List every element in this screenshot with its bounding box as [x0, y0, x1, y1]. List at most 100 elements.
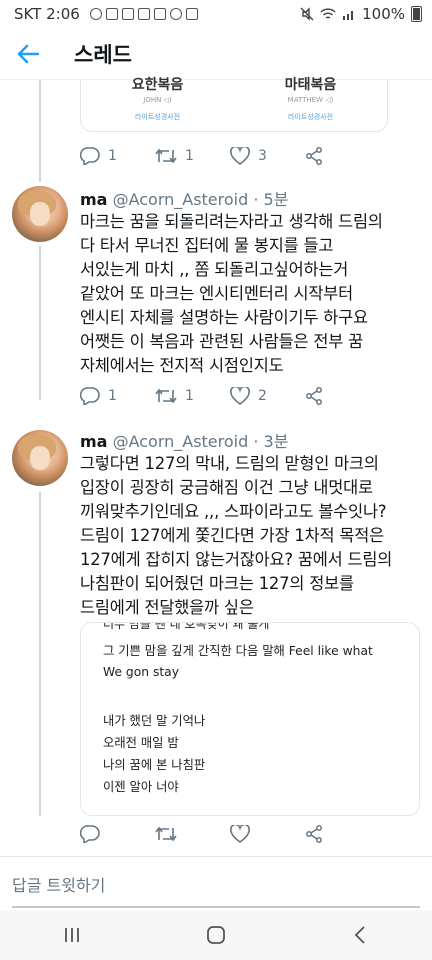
system-back-button[interactable] [330, 915, 390, 955]
home-icon [207, 926, 225, 944]
reply-button[interactable] [80, 825, 155, 843]
recent-apps-icon [65, 928, 79, 942]
like-button[interactable] [230, 825, 305, 843]
like-button[interactable]: 3 [230, 147, 305, 165]
tweet-text-line: 같았어 또 마크는 엔시티멘터리 시작부터 [80, 284, 353, 303]
reply-input[interactable]: 답글 트윗하기 [0, 856, 432, 910]
reply-underline [12, 906, 420, 908]
back-button[interactable] [0, 28, 56, 80]
status-left: SKT 2:06 [14, 5, 198, 23]
share-icon [306, 825, 322, 843]
signal-icon [343, 11, 354, 20]
tweet-text-line: 127에게 잡히지 않는거잖아요? 꿈에서 드림의 [80, 550, 393, 569]
previous-tweet-card[interactable]: 요한복음 JOHN ◁) 라이트성경사전 마태복음 MATTHEW ◁) 라이트… [80, 77, 388, 132]
status-bar: SKT 2:06 100% [0, 0, 432, 28]
reply-count: 1 [108, 148, 117, 164]
wifi-icon [320, 8, 336, 19]
card-column-matthew: 마태복음 MATTHEW ◁) 라이트성경사전 [234, 77, 387, 131]
home-button[interactable] [186, 915, 246, 955]
system-nav-bar [0, 910, 432, 960]
tweet-text-line: 자체에서는 전지적 시점인지도 [80, 356, 284, 375]
page-title: 스레드 [74, 42, 132, 67]
share-button[interactable] [305, 147, 380, 165]
heart-icon [230, 147, 250, 165]
tweet-actions: 1 1 2 [80, 384, 380, 408]
card-subtitle: MATTHEW ◁) [287, 96, 334, 104]
retweet-count: 1 [185, 388, 194, 404]
image-text-line: 이젠 알아 너야 [103, 780, 179, 794]
reply-button[interactable]: 1 [80, 387, 155, 405]
retweet-count: 1 [185, 148, 194, 164]
heart-icon [230, 387, 250, 405]
header: 스레드 [0, 28, 432, 80]
tweet-text-line: 드림이 127에게 쫓긴다면 가장 1차적 목적은 [80, 526, 385, 545]
tweet-time: 3분 [263, 432, 289, 451]
tweet-text: 그렇다면 127의 막내, 드림의 맏형인 마크의 입장이 굉장히 궁금해짐 이… [80, 452, 424, 620]
tweet-text-line: 끼워맞추기인데요 ,,, 스파이라고도 볼수잇나? [80, 502, 387, 521]
tweet-time: 5분 [263, 190, 289, 209]
tweet-text-line: 서있는게 마치 ,, 쫌 되돌리고싶어하는거 [80, 260, 349, 279]
carrier-time: SKT 2:06 [14, 5, 80, 23]
tweet-text-line: 드림에게 전달했을까 싶은 [80, 598, 254, 617]
tweet-text-line: 어쨋든 이 복음과 관련된 사람들은 전부 꿈 [80, 332, 364, 351]
tweet-text-line: 다 타서 무너진 집터에 물 봉지를 들고 [80, 236, 334, 255]
gallery-icon [185, 8, 198, 20]
thread-line [39, 80, 41, 182]
user-handle[interactable]: @Acorn_Asteroid [113, 190, 249, 209]
image-text-line: 오래전 매일 밤 [103, 736, 179, 750]
retweet-button[interactable] [155, 826, 230, 842]
avatar[interactable] [12, 430, 68, 486]
retweet-icon [155, 148, 177, 164]
image-text-line: 나의 꿈에 본 나침판 [103, 758, 206, 772]
cake-icon [137, 8, 150, 20]
retweet-button[interactable]: 1 [155, 148, 230, 164]
tweet-image[interactable]: 너무 맘을 펜 네 호족낮이 왜 툴게 그 기쁜 맘을 깊게 간직한 다음 말해… [80, 622, 420, 816]
avatar[interactable] [12, 186, 68, 242]
card-column-john: 요한복음 JOHN ◁) 라이트성경사전 [81, 77, 234, 131]
tweet-actions: 1 1 3 [80, 144, 380, 168]
user-handle[interactable]: @Acorn_Asteroid [113, 432, 249, 451]
user-name[interactable]: ma [80, 190, 107, 209]
card-title: 요한복음 [131, 77, 184, 93]
cloud-icon [89, 8, 102, 20]
reply-icon [80, 387, 100, 405]
calendar-icon [121, 8, 134, 20]
image-text-line: We gon stay [103, 665, 179, 679]
tweet-actions [80, 822, 380, 846]
card-link: 라이트성경사전 [287, 113, 334, 121]
user-name[interactable]: ma [80, 432, 107, 451]
reply-placeholder: 답글 트윗하기 [12, 875, 106, 895]
like-count: 2 [258, 388, 267, 404]
image-text-line: 내가 했던 말 기억나 [103, 714, 206, 728]
share-button[interactable] [305, 387, 380, 405]
like-button[interactable]: 2 [230, 387, 305, 405]
calendar-icon [153, 8, 166, 20]
share-icon [306, 147, 322, 165]
card-subtitle: JOHN ◁) [143, 96, 172, 104]
mail-icon [105, 8, 118, 20]
tweet-text-line: 마크는 꿈을 되돌리려는자라고 생각해 드림의 [80, 212, 383, 231]
notification-icons [89, 8, 198, 20]
card-link: 라이트성경사전 [134, 113, 181, 121]
card-title: 마태복음 [284, 77, 337, 93]
tweet-text-line: 입장이 굉장히 궁금해짐 이건 그냥 내멋대로 [80, 478, 373, 497]
status-right: 100% [300, 5, 422, 23]
retweet-icon [155, 826, 177, 842]
tweet-text-line: 나침판이 되어줬던 마크는 127의 정보를 [80, 574, 354, 593]
recent-apps-button[interactable] [42, 915, 102, 955]
image-text-line: 그 기쁜 맘을 깊게 간직한 다음 말해 Feel like what [103, 644, 373, 658]
share-icon [306, 387, 322, 405]
thread-line [39, 492, 41, 816]
retweet-button[interactable]: 1 [155, 388, 230, 404]
share-button[interactable] [305, 825, 380, 843]
heart-icon [230, 825, 250, 843]
separator-dot: · [253, 190, 259, 209]
image-text-cut: 너무 맘을 펜 네 호족낮이 왜 툴게 [103, 622, 270, 631]
battery-percent: 100% [362, 5, 405, 23]
tweet-text-line: 엔시티 자체를 설명하는 사람이기두 하구요 [80, 308, 368, 327]
like-count: 3 [258, 148, 267, 164]
reply-button[interactable]: 1 [80, 147, 155, 165]
separator-dot: · [253, 432, 259, 451]
tweet-text: 마크는 꿈을 되돌리려는자라고 생각해 드림의 다 타서 무너진 집터에 물 봉… [80, 210, 424, 378]
battery-icon [411, 6, 422, 22]
